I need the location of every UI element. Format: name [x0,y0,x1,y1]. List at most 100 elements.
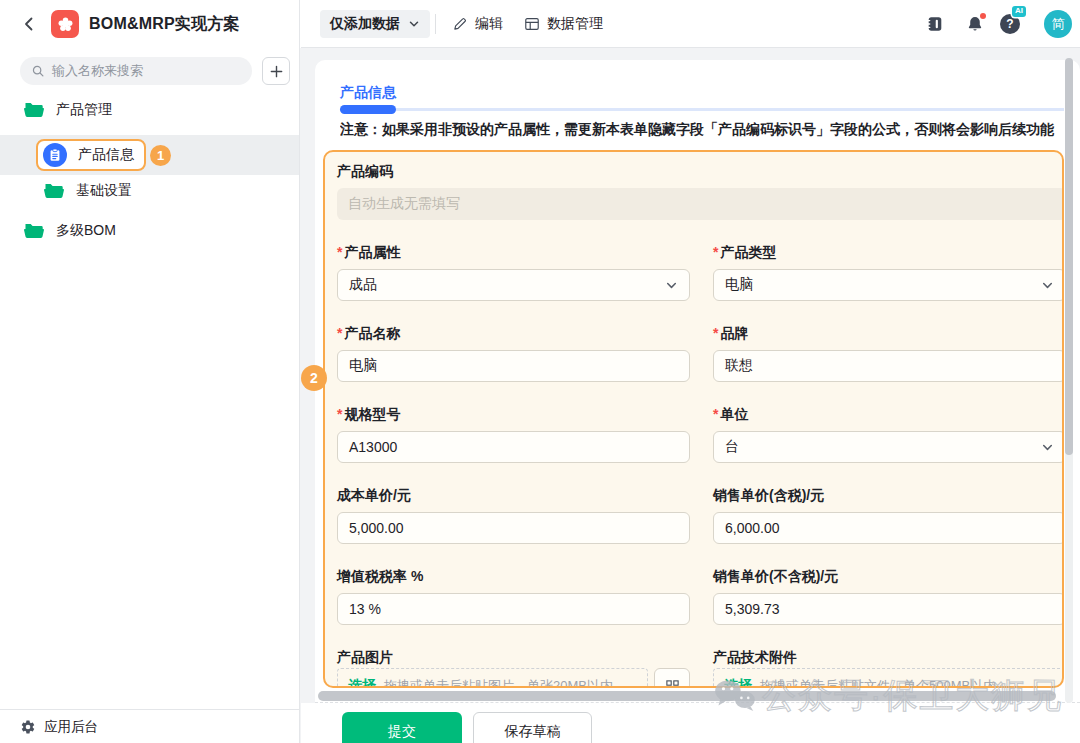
journal-icon[interactable] [926,15,944,33]
upload-select-link[interactable]: 选择 [348,677,376,688]
edit-button[interactable]: 编辑 [452,0,503,48]
app-icon [51,10,79,38]
app-backend-label: 应用后台 [44,718,98,736]
field-label: 销售单价(不含税)/元 [713,568,1064,584]
field-label: 销售单价(含税)/元 [713,487,1064,503]
sidebar-item-basic-settings[interactable]: 基础设置 [44,182,132,200]
sidebar-item-label: 产品信息 [78,146,134,164]
back-icon[interactable] [20,15,38,33]
chevron-down-icon [408,18,420,30]
sidebar-item-label: 基础设置 [76,182,132,200]
folder-icon [24,222,44,240]
upload-hint: 拖拽或单击后粘贴图片，单张20MB以内 [384,677,613,688]
topbar-divider [435,14,436,34]
upload-dropzone[interactable]: 选择拖拽或单击后粘贴图片，单张20MB以内 [337,668,648,688]
sidebar-item-label: 产品管理 [56,101,112,119]
field-label: *产品属性 [337,244,690,260]
required-asterisk: * [713,325,718,341]
form-field: 产品编码自动生成无需填写 [337,163,1064,244]
tab-product-info[interactable]: 产品信息 [340,84,396,102]
required-asterisk: * [337,244,342,260]
chevron-down-icon [1041,279,1054,292]
notification-dot [980,13,986,19]
sidebar-item-label: 多级BOM [56,222,116,240]
select-field[interactable]: 电脑 [713,269,1064,301]
field-label: *规格型号 [337,406,690,422]
field-label: 产品技术附件 [713,649,1064,665]
form-field: 销售单价(不含税)/元 5,309.73 [713,568,1064,649]
form-field: 增值税税率 % 13 % [337,568,690,649]
ai-badge: AI [1012,6,1026,17]
select-field[interactable]: 台 [713,431,1064,463]
text-field[interactable]: A13000 [337,431,690,463]
qr-icon [665,679,680,689]
pencil-icon [452,16,468,32]
search-input[interactable]: 输入名称来搜索 [20,57,252,85]
form-icon [43,143,67,167]
plus-icon [269,64,284,79]
guide-step-2-badge: 2 [301,365,327,391]
text-field[interactable]: 13 % [337,593,690,625]
sidebar-header: BOM&MRP实现方案 [0,0,299,48]
field-label: *产品名称 [337,325,690,341]
required-asterisk: * [337,406,342,422]
app-window: BOM&MRP实现方案 输入名称来搜索 产品管理 产品信息 1 基础设置 [0,0,1080,743]
text-field[interactable]: 5,309.73 [713,593,1064,625]
field-label: 产品图片 [337,649,690,665]
field-label: *单位 [713,406,1064,422]
search-placeholder: 输入名称来搜索 [52,62,143,80]
field-label: 产品编码 [337,163,1064,179]
help-icon[interactable]: ? [1000,14,1020,34]
watermark-text: 公众号·保卫大狮兄 [762,673,1063,719]
sidebar-item-product-management[interactable]: 产品管理 [24,101,112,119]
mode-dropdown-button[interactable]: 仅添加数据 [320,10,430,38]
vertical-scrollbar[interactable] [1065,58,1073,455]
form-field: *规格型号 A13000 [337,406,690,487]
chevron-down-icon [1041,441,1054,454]
folder-icon [24,101,44,119]
topbar: 仅添加数据 编辑 数据管理 ? AI 简 [301,0,1080,48]
form-field: *产品属性成品 [337,244,690,325]
save-draft-button[interactable]: 保存草稿 [473,712,592,743]
edit-label: 编辑 [475,15,503,33]
data-manage-button[interactable]: 数据管理 [524,0,603,48]
form-field: *品牌联想 [713,325,1064,406]
guide-step-1-badge: 1 [150,145,171,166]
search-icon [31,64,45,78]
text-field[interactable]: 电脑 [337,350,690,382]
scan-upload-button[interactable] [654,668,690,688]
field-label: *产品类型 [713,244,1064,260]
notice-text: 注意：如果采用非预设的产品属性，需更新本表单隐藏字段「产品编码标识号」字段的公式… [340,121,1066,139]
form-field: 成本单价/元 5,000.00 [337,487,690,568]
add-button[interactable] [262,57,290,85]
chevron-down-icon [665,279,678,292]
form-field: *产品类型电脑 [713,244,1064,325]
text-field[interactable]: 联想 [713,350,1064,382]
form-content-area: 产品信息 注意：如果采用非预设的产品属性，需更新本表单隐藏字段「产品编码标识号」… [300,48,1080,743]
app-backend-button[interactable]: 应用后台 [0,709,299,743]
submit-button[interactable]: 提交 [342,712,462,743]
form-grid: 产品编码自动生成无需填写*产品属性成品*产品类型电脑*产品名称电脑*品牌联想*规… [337,163,1064,688]
guide-highlight-box: 产品信息 [36,139,146,171]
sidebar: BOM&MRP实现方案 输入名称来搜索 产品管理 产品信息 1 基础设置 [0,0,300,743]
text-field[interactable]: 自动生成无需填写 [337,188,1064,220]
required-asterisk: * [337,325,342,341]
avatar[interactable]: 简 [1044,10,1072,38]
form-field: 销售单价(含税)/元 6,000.00 [713,487,1064,568]
select-field[interactable]: 成品 [337,269,690,301]
form-field: *单位台 [713,406,1064,487]
sidebar-item-multilevel-bom[interactable]: 多级BOM [24,222,116,240]
form-card: 产品信息 注意：如果采用非预设的产品属性，需更新本表单隐藏字段「产品编码标识号」… [315,60,1080,703]
required-asterisk: * [713,406,718,422]
field-label: 增值税税率 % [337,568,690,584]
wechat-icon [713,679,757,713]
field-label: *品牌 [713,325,1064,341]
text-field[interactable]: 6,000.00 [713,512,1064,544]
field-label: 成本单价/元 [337,487,690,503]
folder-icon [44,182,64,200]
required-asterisk: * [713,244,718,260]
tab-active-underline [340,105,396,114]
text-field[interactable]: 5,000.00 [337,512,690,544]
table-icon [524,16,540,32]
tab-track [340,108,1064,111]
